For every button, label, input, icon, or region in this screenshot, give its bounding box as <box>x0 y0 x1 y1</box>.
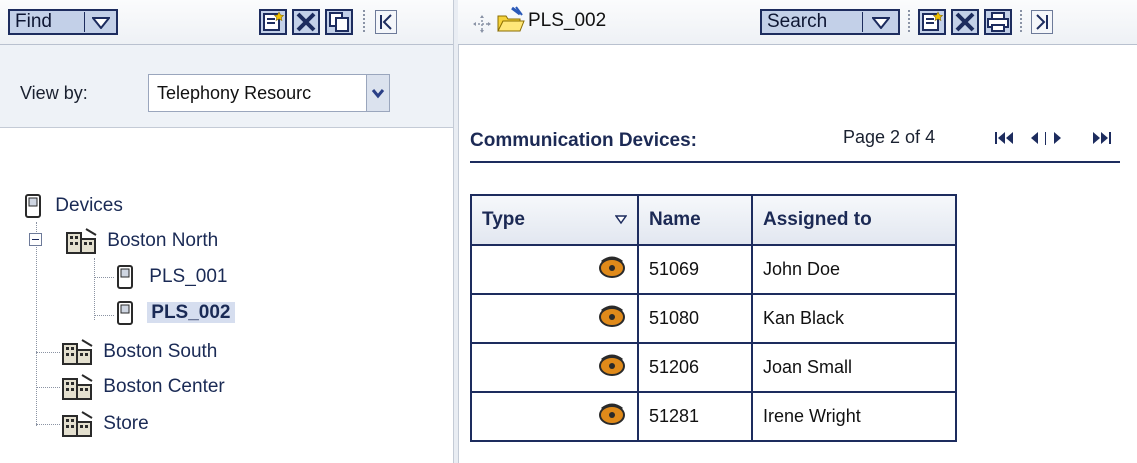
table-row[interactable]: 51080 Kan Black <box>470 293 957 344</box>
chevron-down-icon <box>366 75 389 111</box>
view-by-value: Telephony Resourc <box>157 83 312 103</box>
name-cell: 51206 <box>637 342 753 393</box>
collapse-left-icon <box>380 14 392 30</box>
new-button[interactable] <box>918 9 946 35</box>
section-rule <box>470 161 1120 163</box>
assigned-cell: Kan Black <box>751 293 957 344</box>
current-item-title: PLS_002 <box>528 10 607 31</box>
column-header-type[interactable]: Type <box>470 194 639 246</box>
left-toolbar: Find <box>0 0 453 45</box>
assigned-cell: Irene Wright <box>751 391 957 442</box>
copy-button[interactable] <box>325 9 353 35</box>
type-cell <box>470 342 639 393</box>
toolbar-separator <box>908 10 910 34</box>
tree-item-pls-001[interactable]: PLS_001 <box>116 260 227 294</box>
first-page-icon[interactable] <box>994 130 1018 146</box>
tree-item-boston-north[interactable]: Boston North <box>64 224 218 258</box>
name-cell: 51069 <box>637 244 753 295</box>
phone-icon <box>599 256 625 278</box>
assigned-cell: John Doe <box>751 244 957 295</box>
print-icon <box>987 12 1009 32</box>
phone-icon <box>599 305 625 327</box>
phone-icon <box>599 354 625 376</box>
print-button[interactable] <box>984 9 1012 35</box>
phone-icon <box>599 403 625 425</box>
type-cell <box>470 391 639 442</box>
table-header-row: Type Name Assigned to <box>470 194 957 246</box>
assigned-cell: Joan Small <box>751 342 957 393</box>
search-label: Search <box>767 11 828 32</box>
type-cell <box>470 244 639 295</box>
last-page-icon[interactable] <box>1088 130 1112 146</box>
tree-item-boston-south[interactable]: Boston South <box>60 335 217 369</box>
type-cell <box>470 293 639 344</box>
new-document-icon <box>922 11 944 31</box>
chevron-down-icon <box>92 17 110 29</box>
table-row[interactable]: 51281 Irene Wright <box>470 391 957 442</box>
tree-label: Boston North <box>107 230 219 251</box>
chevron-down-icon <box>872 17 890 29</box>
open-folder-icon <box>497 6 525 32</box>
view-by-select[interactable]: Telephony Resourc <box>148 74 390 112</box>
collapse-left-button[interactable] <box>375 10 397 34</box>
building-icon <box>62 339 93 365</box>
pane-divider[interactable] <box>453 0 459 463</box>
copy-icon <box>329 12 349 32</box>
devices-table: Type Name Assigned to 51069 John Doe 510… <box>470 194 957 442</box>
new-button[interactable] <box>259 9 287 35</box>
collapse-toggle-icon[interactable] <box>29 233 42 246</box>
table-row[interactable]: 51206 Joan Small <box>470 342 957 393</box>
collapse-right-button[interactable] <box>1031 10 1053 34</box>
tree-label: Boston South <box>103 341 218 362</box>
move-handle-icon[interactable] <box>472 14 492 34</box>
pagination-controls <box>994 128 1119 148</box>
table-row[interactable]: 51069 John Doe <box>470 244 957 295</box>
building-icon <box>62 411 93 437</box>
tree-root-devices[interactable]: Devices <box>24 189 123 223</box>
tree-label: Store <box>103 413 149 434</box>
device-icon <box>25 193 41 218</box>
tree-item-pls-002[interactable]: PLS_002 <box>116 296 235 330</box>
delete-icon <box>955 12 975 32</box>
previous-page-icon[interactable] <box>1028 130 1040 146</box>
find-dropdown-button[interactable]: Find <box>8 9 118 35</box>
tree-item-boston-center[interactable]: Boston Center <box>60 370 225 404</box>
page-indicator: Page 2 of 4 <box>843 127 936 147</box>
building-icon <box>66 228 97 254</box>
delete-icon <box>296 12 316 32</box>
sort-dropdown-icon[interactable] <box>615 215 627 225</box>
new-document-icon <box>263 11 285 31</box>
name-cell: 51281 <box>637 391 753 442</box>
name-cell: 51080 <box>637 293 753 344</box>
find-label: Find <box>15 11 52 32</box>
toolbar-separator <box>363 10 365 34</box>
tree-label: PLS_001 <box>149 266 228 287</box>
device-icon <box>117 264 133 289</box>
delete-button[interactable] <box>292 9 320 35</box>
device-icon <box>117 300 133 325</box>
tree-label-selected: PLS_002 <box>147 302 235 323</box>
toolbar-separator <box>1020 10 1022 34</box>
delete-button[interactable] <box>951 9 979 35</box>
column-header-name[interactable]: Name <box>637 194 753 246</box>
next-page-icon[interactable] <box>1052 130 1064 146</box>
page-separator <box>1045 132 1046 145</box>
tree-item-store[interactable]: Store <box>60 407 149 441</box>
building-icon <box>62 374 93 400</box>
tree-label: Boston Center <box>103 376 225 397</box>
column-header-assigned[interactable]: Assigned to <box>751 194 957 246</box>
tree-label: Devices <box>55 195 123 216</box>
search-dropdown-button[interactable]: Search <box>760 9 900 35</box>
collapse-right-icon <box>1036 14 1048 30</box>
section-title: Communication Devices: <box>470 130 697 151</box>
view-by-label: View by: <box>20 83 88 103</box>
right-toolbar: PLS_002 Search <box>458 0 1137 45</box>
